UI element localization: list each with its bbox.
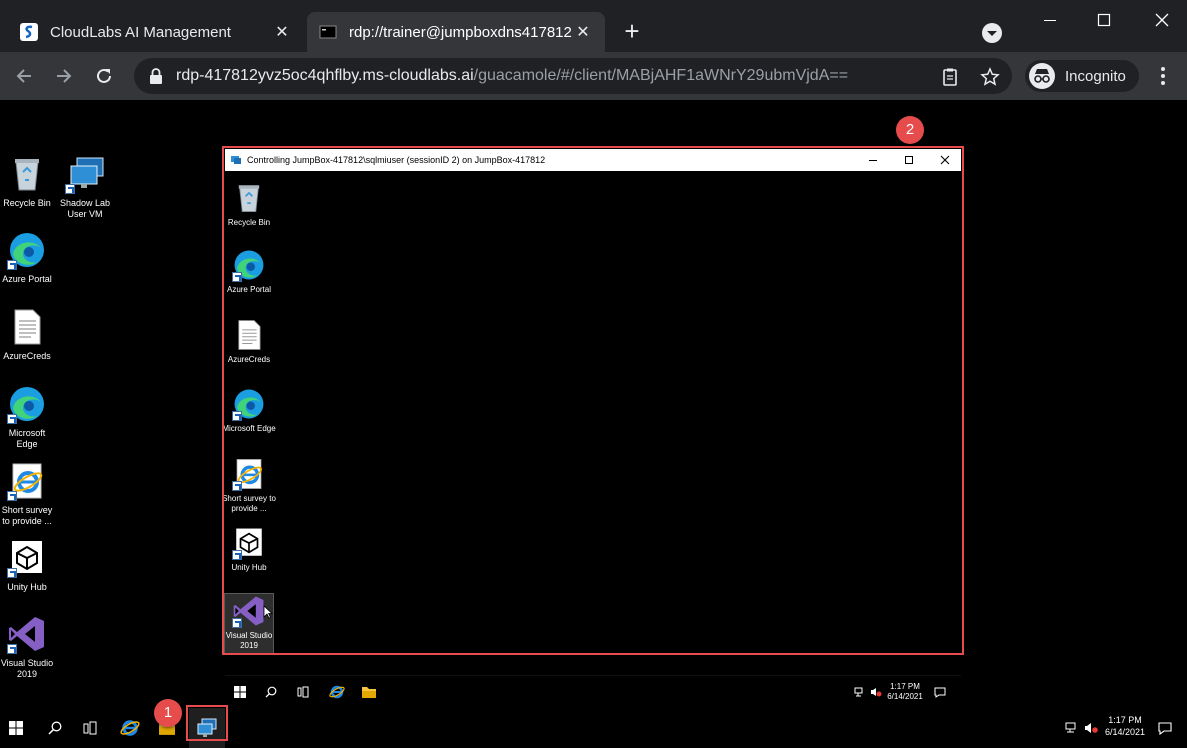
text-file-icon — [7, 307, 47, 347]
tab-close-icon[interactable]: ✕ — [272, 22, 292, 42]
desktop-icon-unity-hub[interactable]: Unity Hub — [0, 538, 56, 593]
rdp-window-highlight — [222, 146, 964, 655]
desktop-icon-microsoft-edge[interactable]: Microsoft Edge — [0, 384, 56, 450]
minimize-window-button[interactable] — [1033, 6, 1067, 34]
rdp-session-taskbar: 1:17 PM 6/14/2021 — [225, 675, 961, 708]
close-window-button[interactable] — [1145, 6, 1179, 34]
taskbar-clock[interactable]: 1:17 PM 6/14/2021 — [1100, 714, 1150, 738]
internet-explorer-icon[interactable] — [329, 684, 345, 700]
clock-time: 1:17 PM — [890, 682, 920, 691]
search-icon[interactable] — [265, 686, 277, 698]
shortcut-arrow-icon — [65, 184, 75, 194]
forward-button[interactable] — [50, 62, 78, 90]
windows-start-icon — [9, 721, 23, 735]
recycle-bin-icon — [7, 154, 47, 194]
terminal-favicon-icon — [319, 25, 337, 39]
close-icon — [1155, 13, 1169, 27]
start-button[interactable] — [0, 708, 32, 748]
desktop-icon-label: Unity Hub — [7, 582, 47, 592]
shortcut-arrow-icon — [7, 414, 17, 424]
shortcut-arrow-icon — [7, 491, 17, 501]
cloudlabs-favicon-icon — [20, 23, 38, 41]
edge-icon — [7, 230, 47, 270]
desktop-icon-label: AzureCreds — [3, 351, 51, 361]
remote-desktop-icon — [65, 154, 105, 194]
tab-rdp[interactable]: rdp://trainer@jumpboxdns417812 ✕ — [307, 12, 605, 52]
incognito-label: Incognito — [1065, 67, 1126, 85]
desktop-icon-azurecreds[interactable]: AzureCreds — [0, 307, 56, 362]
network-icon[interactable] — [854, 687, 866, 697]
browser-toolbar: rdp-417812yvz5oc4qhflby.ms-cloudlabs.ai/… — [0, 52, 1187, 100]
more-menu-icon[interactable] — [1156, 66, 1170, 86]
desktop-icon-label: Short survey to provide ... — [1, 505, 53, 526]
search-icon — [48, 721, 62, 735]
desktop-icon-recycle-bin[interactable]: Recycle Bin — [0, 154, 56, 209]
windows-start-icon[interactable] — [234, 686, 246, 698]
taskbar-app-highlight — [186, 705, 228, 741]
clock-time: 1:17 PM — [1108, 715, 1142, 725]
arrow-right-icon — [57, 69, 72, 83]
star-icon[interactable] — [980, 67, 1000, 87]
url-host: rdp-417812yvz5oc4qhflby.ms-cloudlabs.ai — [176, 67, 474, 84]
maximize-window-button[interactable] — [1087, 6, 1121, 34]
arrow-left-icon — [16, 69, 31, 83]
reload-icon — [97, 68, 111, 83]
unity-icon — [7, 538, 47, 578]
maximize-icon — [1097, 13, 1111, 27]
rdp-taskbar-clock[interactable]: 1:17 PM 6/14/2021 — [885, 682, 925, 702]
reload-button[interactable] — [90, 62, 118, 90]
desktop-icon-visual-studio[interactable]: Visual Studio 2019 — [0, 614, 56, 680]
volume-muted-icon[interactable] — [1084, 722, 1098, 734]
clock-date: 6/14/2021 — [887, 692, 923, 701]
url-text: rdp-417812yvz5oc4qhflby.ms-cloudlabs.ai/… — [176, 67, 848, 85]
desktop-icon-label: Recycle Bin — [3, 198, 51, 208]
task-view-button[interactable] — [75, 708, 105, 748]
file-explorer-icon[interactable] — [361, 685, 377, 699]
internet-explorer-icon — [7, 461, 47, 501]
shortcut-arrow-icon — [7, 260, 17, 270]
tab-cloudlabs[interactable]: CloudLabs AI Management ✕ — [8, 12, 304, 52]
task-view-icon — [83, 721, 97, 735]
network-icon[interactable] — [1065, 722, 1079, 734]
action-center-icon[interactable] — [934, 687, 946, 698]
desktop-icon-azure-portal[interactable]: Azure Portal — [0, 230, 56, 285]
shortcut-arrow-icon — [7, 568, 17, 578]
step-badge-2: 2 — [896, 116, 924, 144]
tab-close-icon[interactable]: ✕ — [573, 22, 593, 42]
taskbar-search-button[interactable] — [40, 708, 70, 748]
desktop-icon-label: Azure Portal — [2, 274, 52, 284]
desktop-icon-label: Shadow Lab User VM — [59, 198, 111, 219]
edge-icon — [7, 384, 47, 424]
incognito-icon — [1029, 63, 1055, 89]
tab-search-icon[interactable] — [982, 23, 1002, 43]
desktop-icon-label: Visual Studio 2019 — [0, 658, 54, 679]
desktop-icon-short-survey[interactable]: Short survey to provide ... — [0, 461, 56, 527]
desktop-icon-shadow-lab[interactable]: Shadow Lab User VM — [56, 154, 114, 220]
lock-icon — [150, 68, 162, 84]
back-button[interactable] — [10, 62, 38, 90]
url-path: /guacamole/#/client/MABjAHF1aWNrY29ubmVj… — [473, 67, 849, 84]
browser-tab-strip: CloudLabs AI Management ✕ rdp://trainer@… — [0, 0, 1187, 52]
clipboard-icon[interactable] — [940, 67, 960, 87]
shortcut-arrow-icon — [7, 644, 17, 654]
clock-date: 6/14/2021 — [1104, 727, 1146, 737]
internet-explorer-icon — [120, 720, 140, 736]
visual-studio-icon — [7, 614, 47, 654]
step-badge-1: 1 — [154, 699, 182, 727]
action-center-icon[interactable] — [1158, 722, 1172, 735]
tab-title: CloudLabs AI Management — [50, 23, 231, 41]
desktop-icon-label: Microsoft Edge — [8, 428, 46, 449]
address-bar[interactable]: rdp-417812yvz5oc4qhflby.ms-cloudlabs.ai/… — [134, 58, 1012, 94]
incognito-indicator[interactable]: Incognito — [1025, 60, 1139, 92]
taskbar-internet-explorer[interactable] — [114, 708, 146, 748]
new-tab-button[interactable]: + — [618, 18, 646, 46]
task-view-icon[interactable] — [297, 686, 309, 698]
minimize-icon — [1044, 20, 1056, 21]
tab-title: rdp://trainer@jumpboxdns417812 — [349, 23, 572, 41]
volume-muted-icon[interactable] — [870, 687, 882, 697]
